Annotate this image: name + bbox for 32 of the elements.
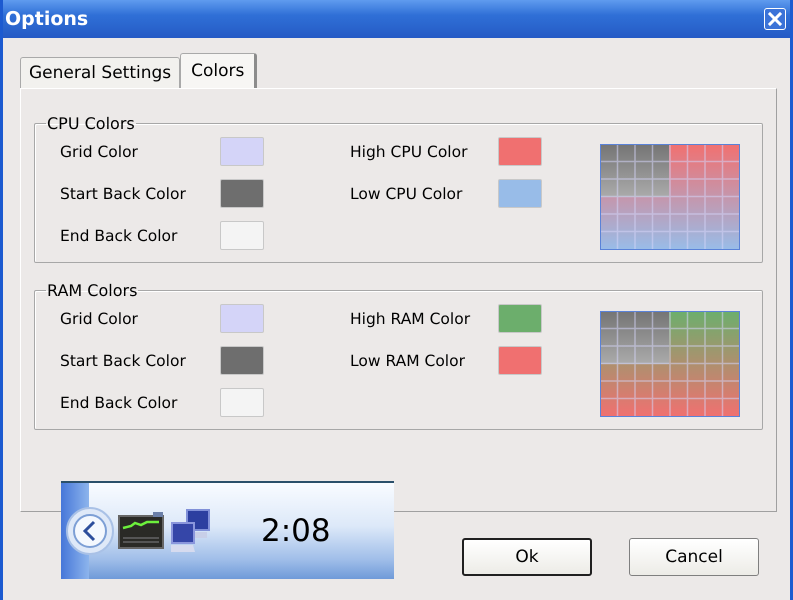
color-swatch[interactable]: [220, 179, 264, 208]
color-label: End Back Color: [60, 394, 178, 412]
color-swatch[interactable]: [498, 179, 542, 208]
color-label: High RAM Color: [350, 310, 472, 328]
tab[interactable]: Colors: [180, 53, 258, 88]
clock-time: 2:08: [261, 513, 331, 549]
network-computers-icon[interactable]: [169, 508, 213, 554]
color-swatch[interactable]: [498, 346, 542, 375]
monitor-graph-icon[interactable]: [117, 511, 165, 551]
color-label: Start Back Color: [60, 352, 187, 370]
close-icon: [767, 11, 783, 27]
ok-button[interactable]: Ok: [462, 538, 592, 576]
window-title: Options: [5, 8, 88, 30]
color-swatch[interactable]: [220, 346, 264, 375]
color-swatch[interactable]: [220, 221, 264, 250]
color-swatch[interactable]: [220, 304, 264, 333]
color-label: Low RAM Color: [350, 352, 466, 370]
color-swatch[interactable]: [220, 137, 264, 166]
color-swatch[interactable]: [220, 388, 264, 417]
group-title: CPU Colors: [46, 114, 136, 133]
group-title: RAM Colors: [46, 281, 138, 300]
color-label: End Back Color: [60, 226, 178, 244]
color-label: Low CPU Color: [350, 184, 464, 202]
color-label: Grid Color: [60, 310, 139, 328]
color-swatch[interactable]: [498, 137, 542, 166]
cancel-button[interactable]: Cancel: [629, 538, 759, 576]
color-label: Start Back Color: [60, 184, 187, 202]
tab[interactable]: General Settings: [20, 57, 180, 88]
color-swatch[interactable]: [498, 304, 542, 333]
color-label: High CPU Color: [350, 142, 468, 160]
close-button[interactable]: [764, 8, 786, 30]
color-label: Grid Color: [60, 142, 139, 160]
